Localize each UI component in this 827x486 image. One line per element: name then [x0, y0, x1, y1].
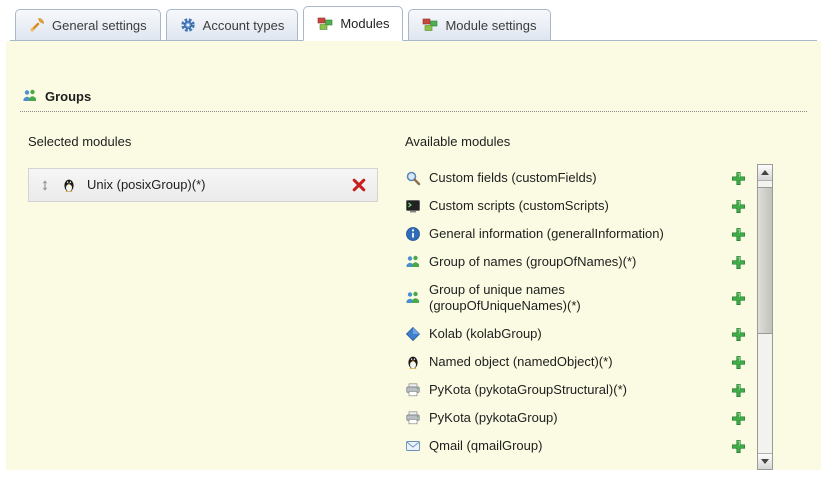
tux-icon [405, 354, 421, 370]
available-modules-column: Available modules Custom fields (customF… [395, 134, 807, 470]
modules-icon [317, 16, 333, 32]
add-icon[interactable] [731, 411, 746, 426]
add-icon[interactable] [731, 255, 746, 270]
drag-icon[interactable] [39, 178, 51, 193]
lam-configuration-page: General settings Account types Modules M… [0, 0, 827, 486]
available-module-row: Kolab (kolabGroup) [405, 320, 752, 348]
available-module-row: Group of names (groupOfNames)(*) [405, 248, 752, 276]
available-module-row: PyKota (pykotaGroupStructural)(*) [405, 376, 752, 404]
module-label: Custom scripts (customScripts) [429, 198, 609, 214]
available-modules-heading: Available modules [405, 134, 773, 150]
tab-label: Account types [203, 18, 285, 33]
add-icon[interactable] [731, 383, 746, 398]
scrollbar-thumb[interactable] [758, 187, 772, 334]
tab-label: Module settings [445, 18, 536, 33]
add-icon[interactable] [731, 291, 746, 306]
tab-module-settings[interactable]: Module settings [408, 9, 550, 40]
module-label: Group of names (groupOfNames)(*) [429, 254, 636, 270]
add-icon[interactable] [731, 355, 746, 370]
scrollbar-up-button[interactable] [758, 165, 772, 181]
module-label: PyKota (pykotaGroup) [429, 410, 558, 426]
terminal-icon [405, 198, 421, 214]
add-icon[interactable] [731, 171, 746, 186]
module-label: Unix (posixGroup)(*) [87, 177, 205, 193]
tab-bar: General settings Account types Modules M… [10, 8, 817, 41]
module-label: Custom fields (customFields) [429, 170, 597, 186]
available-module-row: PyKota (pykotaGroup) [405, 404, 752, 432]
group-icon [22, 88, 38, 104]
module-label: Group of unique names (groupOfUniqueName… [429, 282, 697, 314]
module-label: Named object (namedObject)(*) [429, 354, 613, 370]
available-module-row: Named object (namedObject)(*) [405, 348, 752, 376]
modules-icon [422, 17, 438, 33]
selected-modules-heading: Selected modules [28, 134, 395, 150]
group-icon [405, 254, 421, 270]
add-icon[interactable] [731, 327, 746, 342]
arrow-down-icon [761, 459, 769, 464]
selected-module-row[interactable]: Unix (posixGroup)(*) [28, 168, 378, 202]
selected-modules-list: Unix (posixGroup)(*) [28, 168, 395, 202]
add-icon[interactable] [731, 439, 746, 454]
printer-icon [405, 410, 421, 426]
content-area: Groups Selected modules Unix (posixGroup… [6, 41, 821, 470]
available-modules-list: Custom fields (customFields) Custom scri… [405, 164, 752, 470]
info-icon [405, 226, 421, 242]
available-module-row: Custom fields (customFields) [405, 164, 752, 192]
available-module-row: Custom scripts (customScripts) [405, 192, 752, 220]
delete-icon[interactable] [351, 177, 367, 193]
printer-icon [405, 382, 421, 398]
selected-modules-column: Selected modules Unix (posixGroup)(*) [20, 134, 395, 470]
mail-icon [405, 438, 421, 454]
tab-label: Modules [340, 16, 389, 31]
add-icon[interactable] [731, 227, 746, 242]
section-header: Groups [20, 88, 807, 112]
tools-icon [29, 17, 45, 33]
scrollbar-track[interactable] [758, 181, 772, 453]
group-icon [405, 290, 421, 306]
add-icon[interactable] [731, 199, 746, 214]
module-label: Kolab (kolabGroup) [429, 326, 542, 342]
available-module-row: Group of unique names (groupOfUniqueName… [405, 276, 752, 320]
module-label: General information (generalInformation) [429, 226, 664, 242]
tab-label: General settings [52, 18, 147, 33]
module-label: Qmail (qmailGroup) [429, 438, 542, 454]
arrow-up-icon [761, 170, 769, 175]
tux-icon [61, 177, 77, 193]
magnifier-icon [405, 170, 421, 186]
available-module-row: Qmail (qmailGroup) [405, 432, 752, 460]
tab-modules[interactable]: Modules [303, 6, 403, 41]
scrollbar[interactable] [757, 164, 773, 470]
section-title: Groups [45, 89, 91, 104]
modules-columns: Selected modules Unix (posixGroup)(*) Av… [20, 112, 807, 470]
available-module-row: General information (generalInformation) [405, 220, 752, 248]
kolab-icon [405, 326, 421, 342]
gear-icon [180, 17, 196, 33]
tab-account-types[interactable]: Account types [166, 9, 299, 40]
tab-general-settings[interactable]: General settings [15, 9, 161, 40]
scrollbar-down-button[interactable] [758, 453, 772, 469]
module-label: PyKota (pykotaGroupStructural)(*) [429, 382, 627, 398]
